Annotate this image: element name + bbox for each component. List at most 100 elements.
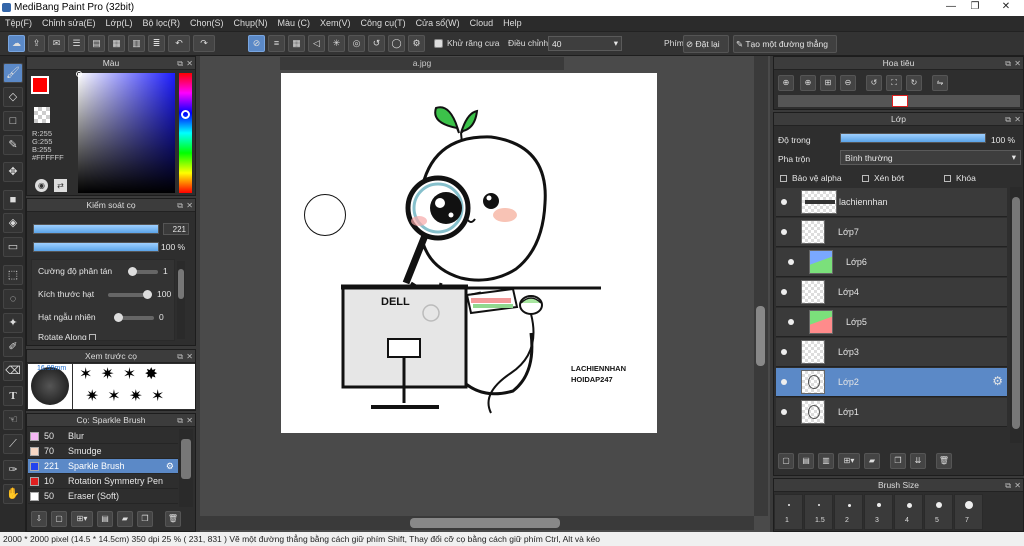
- eye-icon[interactable]: [788, 319, 794, 325]
- layer-item[interactable]: Lớp1: [776, 398, 1007, 427]
- magic-wand-tool-icon[interactable]: ✦: [3, 313, 23, 333]
- grid-doc-icon[interactable]: ▦: [108, 35, 125, 52]
- select-pen-tool-icon[interactable]: ✐: [3, 337, 23, 357]
- panel-close-icon[interactable]: ✕: [186, 57, 193, 70]
- hue-slider-knob[interactable]: [181, 110, 190, 119]
- adjust-select[interactable]: 40 ▾: [548, 36, 622, 51]
- page-icon[interactable]: ▥: [128, 35, 145, 52]
- eraser-tool-icon[interactable]: ◇: [3, 87, 23, 107]
- doc-icon[interactable]: ▤: [88, 35, 105, 52]
- eye-icon[interactable]: [781, 349, 787, 355]
- popout-icon[interactable]: ⧉: [177, 414, 183, 427]
- brush-size-preset[interactable]: 5: [924, 494, 953, 530]
- menu-snap[interactable]: Chụp(N): [229, 16, 273, 28]
- lasso-tool-icon[interactable]: ◌: [3, 289, 23, 309]
- popout-icon[interactable]: ⧉: [177, 350, 183, 363]
- scrollbar-thumb[interactable]: [410, 518, 560, 528]
- hue-slider[interactable]: [179, 73, 192, 193]
- layer-item[interactable]: Lớp7: [776, 218, 1007, 247]
- brush-size-preset[interactable]: 2: [834, 494, 863, 530]
- menu-tools[interactable]: Công cụ(T): [356, 16, 411, 28]
- cloud-icon[interactable]: ☁: [8, 35, 25, 52]
- dot-tool-icon[interactable]: ✎: [3, 135, 23, 155]
- curve-snap-icon[interactable]: ↺: [368, 35, 385, 52]
- popout-icon[interactable]: ⧉: [1005, 479, 1011, 492]
- undo-icon[interactable]: ↶: [168, 35, 190, 52]
- particle-size-knob[interactable]: [143, 290, 152, 299]
- menu-layer[interactable]: Lớp(L): [101, 16, 138, 28]
- menu-filter[interactable]: Bộ lọc(R): [137, 16, 185, 28]
- eye-icon[interactable]: [781, 409, 787, 415]
- brush-list-scrollbar[interactable]: [179, 429, 193, 507]
- brush-list-item[interactable]: 50 Blur: [28, 429, 178, 444]
- random-particle-knob[interactable]: [114, 313, 123, 322]
- menu-window[interactable]: Cửa sổ(W): [411, 16, 465, 28]
- menu-file[interactable]: Tệp(F): [0, 16, 37, 28]
- new-brush-icon[interactable]: ▢: [51, 511, 67, 527]
- rotate-left-icon[interactable]: ↺: [866, 75, 882, 91]
- minimize-icon[interactable]: —: [940, 0, 962, 14]
- settings-snap-icon[interactable]: ⚙: [408, 35, 425, 52]
- antialias-checkbox[interactable]: [434, 39, 443, 48]
- brush-list-item[interactable]: 70 Smudge: [28, 444, 178, 459]
- drawing-canvas[interactable]: DELL LACHIENNHAN HOIDAP247: [281, 73, 657, 433]
- canvas-hscrollbar[interactable]: [200, 516, 754, 530]
- lock-option[interactable]: Khóa: [944, 173, 976, 183]
- brush-settings-icon[interactable]: ▤: [97, 511, 113, 527]
- blend-mode-select[interactable]: Bình thường ▾: [840, 150, 1021, 165]
- list-icon[interactable]: ≣: [148, 35, 165, 52]
- brush-list-item[interactable]: 221 Sparkle Brush ⚙: [28, 459, 178, 474]
- reset-view-icon[interactable]: ⛶: [886, 75, 902, 91]
- layer-item[interactable]: lachiennhan: [776, 188, 1007, 217]
- transparent-swatch[interactable]: [34, 107, 50, 123]
- gear-icon[interactable]: ⚙: [992, 374, 1003, 388]
- scrollbar-thumb[interactable]: [1012, 197, 1020, 429]
- menu-cloud[interactable]: Cloud: [465, 16, 499, 28]
- clipping-option[interactable]: Xén bớt: [862, 173, 904, 183]
- popout-icon[interactable]: ⧉: [177, 199, 183, 212]
- brush-props-scrollbar[interactable]: [177, 261, 185, 339]
- brush-size-preset[interactable]: 1: [774, 494, 803, 530]
- new-8bit-layer-icon[interactable]: ▥: [818, 453, 834, 469]
- snap-off-icon[interactable]: ⊘: [248, 35, 265, 52]
- scrollbar-thumb[interactable]: [756, 306, 765, 366]
- rotate-along-checkbox[interactable]: [89, 334, 97, 340]
- vanishing-point-icon[interactable]: ◁: [308, 35, 325, 52]
- bucket-tool-icon[interactable]: ◈: [3, 213, 23, 233]
- scrollbar-thumb[interactable]: [181, 439, 191, 479]
- brush-size-preset[interactable]: 1.5: [804, 494, 833, 530]
- select-eraser-tool-icon[interactable]: ⌫: [3, 361, 23, 381]
- color-picker-cursor[interactable]: [76, 71, 82, 77]
- layer-item[interactable]: Lớp6: [776, 248, 1007, 277]
- hand-tool-icon[interactable]: ✋: [3, 484, 23, 504]
- duplicate-layer-icon[interactable]: ❐: [890, 453, 906, 469]
- saturation-value-field[interactable]: [78, 73, 175, 193]
- copy-brush-icon[interactable]: ❐: [137, 511, 153, 527]
- panel-close-icon[interactable]: ✕: [1014, 57, 1021, 70]
- brush-size-value[interactable]: 221: [163, 223, 189, 235]
- clipping-checkbox[interactable]: [862, 175, 869, 182]
- radial-snap-icon[interactable]: ✳: [328, 35, 345, 52]
- zoom-in-icon[interactable]: ⊕: [800, 75, 816, 91]
- brush-list-item[interactable]: 10 Rotation Symmetry Pen: [28, 474, 178, 489]
- brush-size-preset[interactable]: 7: [954, 494, 983, 530]
- panel-close-icon[interactable]: ✕: [186, 350, 193, 363]
- new-layer-icon[interactable]: ▢: [778, 453, 794, 469]
- select-tool-icon[interactable]: ⬚: [3, 265, 23, 285]
- eye-icon[interactable]: [788, 259, 794, 265]
- zoom-icon[interactable]: ⊕: [778, 75, 794, 91]
- layer-folder-icon[interactable]: ▰: [864, 453, 880, 469]
- navigator-preview[interactable]: [778, 95, 1020, 107]
- primary-color-swatch[interactable]: [31, 76, 49, 94]
- brush-list-item[interactable]: 50 Eraser (Soft): [28, 489, 178, 504]
- scrollbar-thumb[interactable]: [178, 269, 184, 299]
- scatter-knob[interactable]: [128, 267, 138, 276]
- maximize-icon[interactable]: ❐: [964, 0, 986, 14]
- flip-icon[interactable]: ⇋: [932, 75, 948, 91]
- eye-icon[interactable]: [781, 199, 787, 205]
- merge-down-icon[interactable]: ⇊: [910, 453, 926, 469]
- circle-snap-icon[interactable]: ◎: [348, 35, 365, 52]
- chat-icon[interactable]: ☰: [68, 35, 85, 52]
- brush-size-preset[interactable]: 3: [864, 494, 893, 530]
- brush-opacity-slider[interactable]: [33, 242, 159, 252]
